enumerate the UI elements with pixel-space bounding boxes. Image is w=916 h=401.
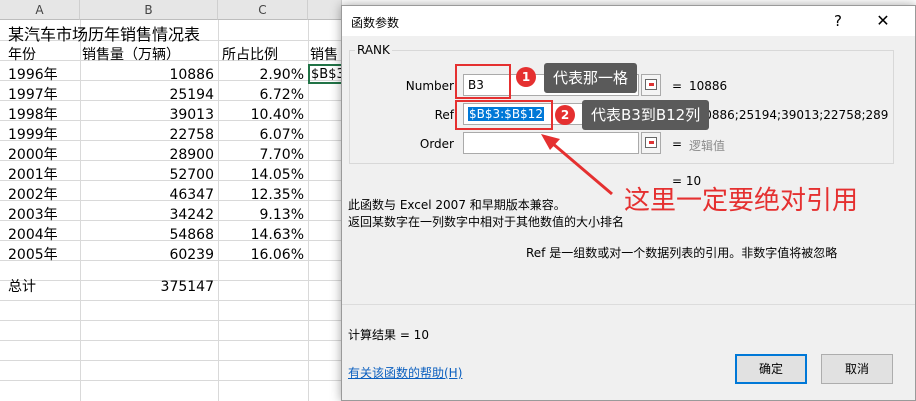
absolute-reference-note: 这里一定要绝对引用 <box>624 186 859 216</box>
